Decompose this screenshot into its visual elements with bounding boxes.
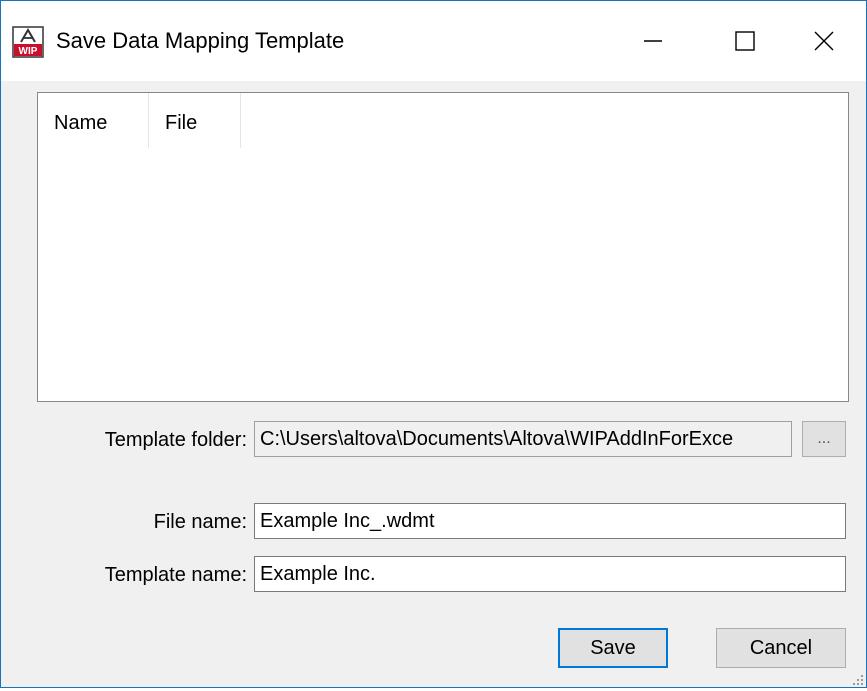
title-bar[interactable]: WIP Save Data Mapping Template: [1, 1, 866, 81]
altova-wip-icon: WIP: [12, 26, 44, 58]
maximize-button[interactable]: [699, 1, 791, 81]
list-header: Name File: [38, 93, 241, 148]
window-title: Save Data Mapping Template: [56, 28, 345, 53]
browse-folder-button[interactable]: ...: [802, 421, 846, 457]
save-template-dialog: WIP Save Data Mapping Template Name File…: [0, 0, 867, 688]
template-folder-field[interactable]: C:\Users\altova\Documents\Altova\WIPAddI…: [254, 421, 792, 457]
file-name-input[interactable]: Example Inc_.wdmt: [254, 503, 846, 539]
cancel-button[interactable]: Cancel: [716, 628, 846, 668]
template-folder-label: Template folder:: [104, 429, 247, 451]
template-name-input[interactable]: Example Inc.: [254, 556, 846, 592]
save-button[interactable]: Save: [558, 628, 668, 668]
svg-text:WIP: WIP: [19, 46, 38, 57]
minimize-button[interactable]: [607, 1, 699, 81]
column-header-name[interactable]: Name: [38, 93, 149, 148]
templates-list[interactable]: Name File: [37, 92, 849, 402]
minimize-icon: [644, 40, 662, 42]
maximize-icon: [735, 31, 755, 51]
file-name-label: File name:: [153, 511, 247, 533]
close-icon: [814, 31, 834, 51]
resize-grip-icon[interactable]: [852, 673, 864, 685]
close-button[interactable]: [783, 1, 865, 81]
column-header-file[interactable]: File: [149, 93, 241, 148]
template-name-label: Template name:: [104, 564, 247, 586]
